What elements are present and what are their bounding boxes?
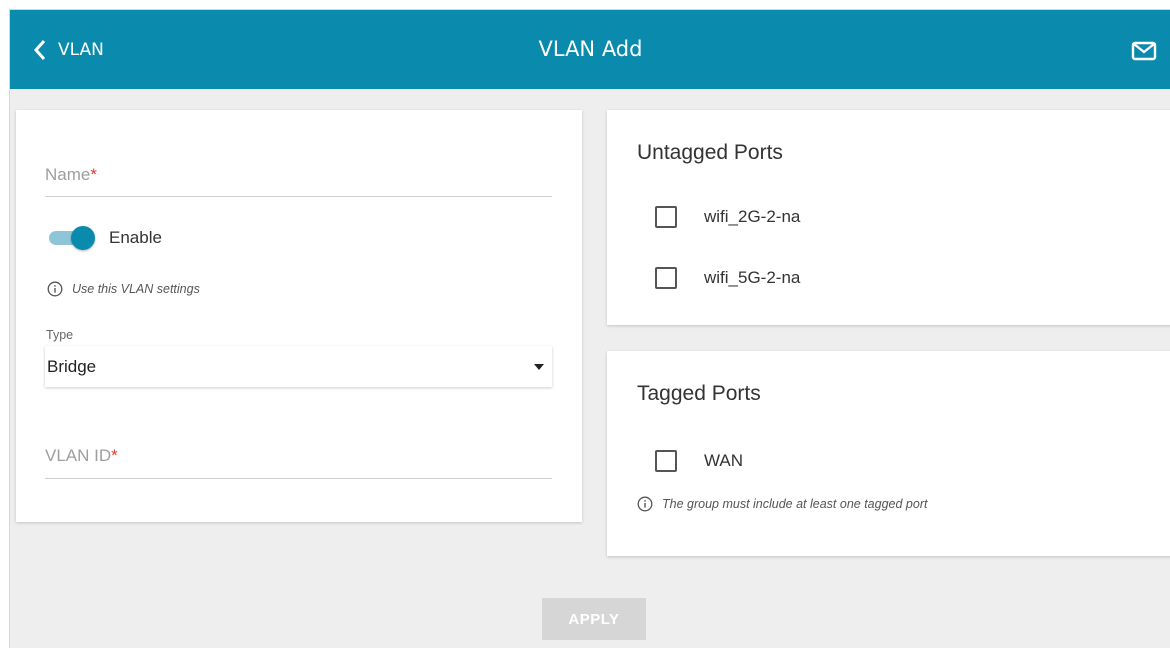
enable-label: Enable [109, 228, 162, 247]
type-select[interactable]: Bridge [45, 346, 552, 387]
chevron-left-icon [33, 39, 46, 60]
tagged-hint: The group must include at least one tagg… [637, 496, 927, 512]
enable-toggle[interactable] [49, 226, 95, 250]
port-label: WAN [704, 451, 744, 470]
tagged-ports-card: Tagged Ports WAN The group must include … [607, 351, 1170, 556]
untagged-ports-title: Untagged Ports [637, 141, 783, 164]
header-bar: VLAN Add VLAN [10, 10, 1170, 89]
checkbox[interactable] [655, 267, 677, 289]
vlan-id-field-label: VLAN ID [45, 446, 112, 465]
info-icon [47, 281, 63, 297]
port-label: wifi_2G-2-na [704, 207, 801, 226]
info-icon [637, 496, 653, 512]
port-row-wan[interactable]: WAN [655, 450, 743, 472]
back-link[interactable]: VLAN [32, 10, 104, 89]
apply-button[interactable]: APPLY [542, 598, 646, 640]
vlan-id-field[interactable]: VLAN ID* [45, 444, 552, 479]
required-mark: * [111, 446, 118, 465]
enable-hint: Use this VLAN settings [47, 281, 200, 297]
required-mark: * [90, 165, 97, 184]
page-title: VLAN Add [538, 37, 643, 61]
back-link-label: VLAN [58, 39, 104, 60]
name-field-label: Name [45, 165, 91, 184]
tagged-hint-text: The group must include at least one tagg… [662, 497, 928, 511]
vlan-settings-card: Name* Enable Use this VLAN settings Type… [16, 110, 582, 522]
app-frame: VLAN Add VLAN Name* Enable Use this VLAN… [9, 9, 1170, 648]
checkbox[interactable] [655, 450, 677, 472]
type-label: Type [46, 328, 74, 342]
tagged-ports-title: Tagged Ports [637, 382, 761, 405]
caret-down-icon [534, 364, 544, 370]
checkbox[interactable] [655, 206, 677, 228]
name-field[interactable]: Name* [45, 163, 552, 197]
type-select-value: Bridge [47, 357, 97, 376]
port-row-wifi-2g[interactable]: wifi_2G-2-na [655, 206, 800, 228]
port-row-wifi-5g[interactable]: wifi_5G-2-na [655, 267, 800, 289]
enable-hint-text: Use this VLAN settings [72, 282, 200, 296]
toggle-knob [71, 226, 95, 250]
untagged-ports-card: Untagged Ports wifi_2G-2-na wifi_5G-2-na [607, 110, 1170, 325]
port-label: wifi_5G-2-na [704, 268, 801, 287]
mail-icon[interactable] [1131, 40, 1157, 62]
